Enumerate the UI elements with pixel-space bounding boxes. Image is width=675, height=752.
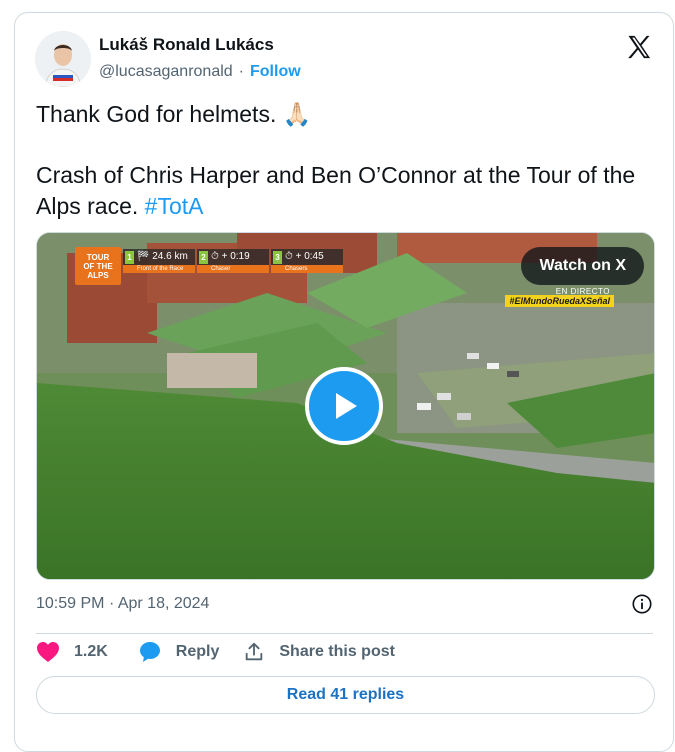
post-body: Crash of Chris Harper and Ben O’Connor a…: [36, 162, 636, 219]
play-icon: [336, 393, 357, 419]
info-icon[interactable]: [631, 593, 653, 615]
tour-of-the-alps-logo: TOUR OF THE ALPS: [75, 247, 121, 285]
like-button[interactable]: 1.2K: [36, 641, 138, 663]
reply-label: Reply: [175, 643, 220, 660]
reply-button[interactable]: Reply: [138, 640, 244, 664]
heart-icon: [37, 642, 59, 662]
group-3-gap: ⏱ + 0:45: [285, 251, 324, 262]
share-upload-icon: [246, 642, 263, 661]
post-line-2: Crash of Chris Harper and Ben O’Connor a…: [36, 160, 666, 222]
hashtag-link[interactable]: #TotA: [145, 193, 204, 219]
group-1-number: 1: [125, 251, 134, 264]
group-2-gap: ⏱ + 0:19: [211, 251, 250, 262]
post-date: Apr 18, 2024: [117, 595, 210, 612]
group-3-number: 3: [273, 251, 282, 264]
race-group-2: 2 ⏱ + 0:19 Chaser: [197, 249, 269, 273]
race-group-1: 1 🏁 24.6 km Front of the Race: [123, 249, 195, 273]
race-group-3: 3 ⏱ + 0:45 Chasers: [271, 249, 343, 273]
post-line-1: Thank God for helmets. 🙏🏻: [36, 101, 312, 127]
x-logo-icon[interactable]: [625, 33, 653, 61]
tweet-card: Lukáš Ronald Lukács @lucasaganronald · F…: [14, 12, 674, 752]
broadcast-hashtag-banner: #ElMundoRuedaXSeñal: [505, 295, 614, 307]
group-3-label: Chasers: [271, 265, 343, 273]
author-name[interactable]: Lukáš Ronald Lukács: [99, 35, 274, 55]
meta-separator: ·: [108, 595, 115, 612]
author-handle[interactable]: @lucasaganronald: [99, 63, 233, 81]
play-button[interactable]: [305, 367, 383, 445]
avatar-image: [35, 31, 91, 87]
like-count: 1.2K: [74, 643, 108, 660]
share-button[interactable]: Share this post: [243, 641, 419, 663]
logo-line-2: OF THE: [83, 261, 113, 271]
post-timestamp[interactable]: 10:59 PM · Apr 18, 2024: [36, 595, 209, 613]
post-time: 10:59 PM: [36, 595, 105, 612]
video-player[interactable]: TOUR OF THE ALPS 1 🏁 24.6 km Front of th…: [36, 232, 655, 580]
avatar[interactable]: [35, 31, 91, 87]
read-replies-button[interactable]: Read 41 replies: [36, 676, 655, 714]
group-2-label: Chaser: [197, 265, 269, 273]
follow-button[interactable]: Follow: [250, 63, 301, 81]
post-text: Thank God for helmets. 🙏🏻 Crash of Chris…: [36, 99, 666, 222]
reply-bubble-icon: [139, 642, 160, 662]
group-1-label: Front of the Race: [123, 265, 195, 273]
handle-separator: ·: [238, 63, 244, 80]
divider: [36, 633, 653, 634]
logo-line-3: ALPS: [87, 270, 109, 280]
author-handle-row: @lucasaganronald · Follow: [99, 63, 301, 81]
share-label: Share this post: [279, 643, 395, 660]
group-2-number: 2: [199, 251, 208, 264]
logo-line-1: TOUR: [86, 252, 110, 262]
watch-on-x-button[interactable]: Watch on X: [521, 247, 644, 285]
action-bar: 1.2K Reply Share this post: [36, 639, 419, 665]
group-1-distance: 🏁 24.6 km: [137, 251, 188, 262]
